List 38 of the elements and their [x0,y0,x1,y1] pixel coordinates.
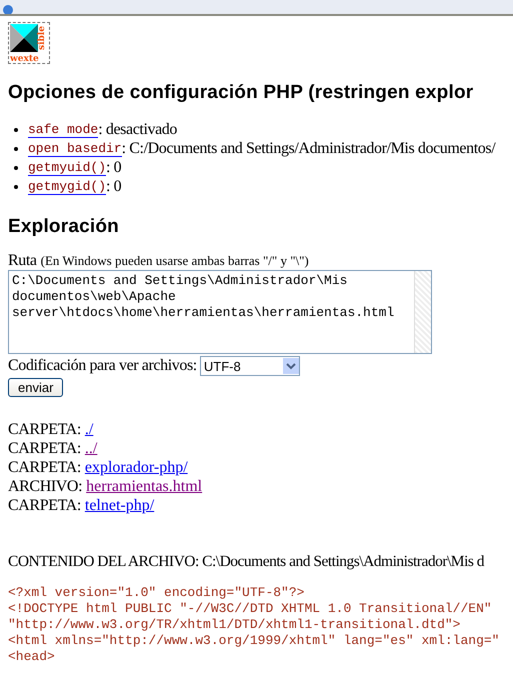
entry-type: CARPETA: [8,497,81,514]
entry-link[interactable]: ./ [84,421,94,438]
bullet-icon [14,166,18,170]
code-line: <head> [8,649,56,665]
code-line: <?xml version="1.0" encoding="UTF-8"?> [8,585,306,601]
entry-link[interactable]: telnet-php/ [84,497,154,514]
entry-type: CARPETA: [8,421,81,438]
bullet-icon [14,184,18,188]
path-hint: (En Windows pueden usarse ambas barras "/" y "\") [40,253,309,269]
bullet-icon [14,128,18,132]
code-line: <!DOCTYPE html PUBLIC "-//W3C//DTD XHTML 1.0 Transitional//EN" [8,601,493,617]
path-label: Ruta [8,252,37,270]
option-link[interactable]: open basedir [28,140,122,156]
code-line: "http://www.w3.org/TR/xhtml1/DTD/xhtml1-transitional.dtd"> [8,617,462,633]
site-logo[interactable]: wexte sible [8,22,50,64]
code-line: <html xmlns="http://www.w3.org/1999/xhtml" lang="es" xml:lang=" [8,633,500,649]
option-link[interactable]: safe mode [28,122,98,138]
submit-button[interactable]: enviar [8,378,64,397]
option-link[interactable]: getmyuid() [28,160,106,176]
entry-link[interactable]: ../ [84,440,98,457]
entry-type: CARPETA: [8,459,81,476]
content-label: CONTENIDO DEL ARCHIVO: C:\Documents and Settings\Administrador\Mis d [8,553,484,571]
bullet-icon [14,146,18,150]
path-field[interactable]: C:\Documents and Settings\Administrador\Mis documentos\web\Apache server\htdocs\home\herramientas\herramientas.html [8,270,432,354]
entry-link[interactable]: explorador-php/ [84,459,188,476]
section-heading: Exploración [8,216,119,238]
encoding-label: Codificación para ver archivos: [8,357,197,375]
option-value: : desactivado [98,120,177,139]
section-heading: Opciones de configuración PHP (restringen explor [8,82,474,104]
option-value: : 0 [106,158,122,177]
option-value: : C:/Documents and Settings/Administrador/Mis documentos/ [122,139,496,158]
encoding-dropdown[interactable]: UTF-8 [200,356,300,376]
option-link[interactable]: getmygid() [28,178,106,194]
option-value: : 0 [106,177,122,196]
entry-type: CARPETA: [8,440,81,457]
entry-link[interactable]: herramientas.html [86,478,202,495]
entry-type: ARCHIVO: [8,478,82,495]
caret-icon [282,358,299,374]
